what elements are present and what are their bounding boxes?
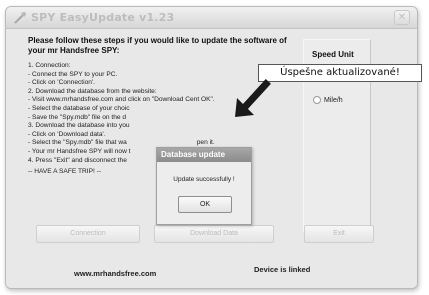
speed-unit-option[interactable]: Mile/h (313, 96, 343, 104)
window-title: SPY EasyUpdate v1.23 (31, 11, 175, 24)
close-icon: ✕ (397, 12, 407, 23)
close-button[interactable]: ✕ (394, 10, 410, 25)
instructions-intro: Please follow these steps if you would l… (28, 36, 287, 55)
arrow-icon (235, 79, 271, 117)
speed-unit-option-label: Mile/h (324, 96, 343, 104)
radio-icon[interactable] (313, 96, 321, 104)
download-data-button[interactable]: Download Data (154, 225, 274, 243)
website-label: www.mrhandsfree.com (74, 269, 157, 278)
ok-button[interactable]: OK (178, 196, 232, 213)
dialog-message: Update successfully ! (173, 176, 235, 183)
exit-button[interactable]: Exit (304, 225, 374, 243)
step-line: - Click on 'Download data'. (28, 130, 106, 138)
step-fragment: pen it. (196, 139, 215, 147)
dialog-title[interactable]: Database update (157, 148, 251, 162)
device-status: Device is linked (254, 265, 311, 274)
title-bar[interactable]: SPY EasyUpdate v1.23 ✕ (6, 7, 417, 29)
app-window: SPY EasyUpdate v1.23 ✕ Please follow the… (5, 6, 418, 289)
speed-unit-title: Speed Unit (312, 50, 354, 59)
wrench-icon (14, 12, 26, 24)
update-dialog: Database update Update successfully ! OK (156, 147, 252, 225)
step-line: 3. Download the database into you (28, 122, 130, 130)
step-fragment: OK". (201, 96, 215, 104)
callout-label: Úspešne aktualizované! (258, 64, 422, 82)
connection-button[interactable]: Connection (36, 225, 140, 243)
